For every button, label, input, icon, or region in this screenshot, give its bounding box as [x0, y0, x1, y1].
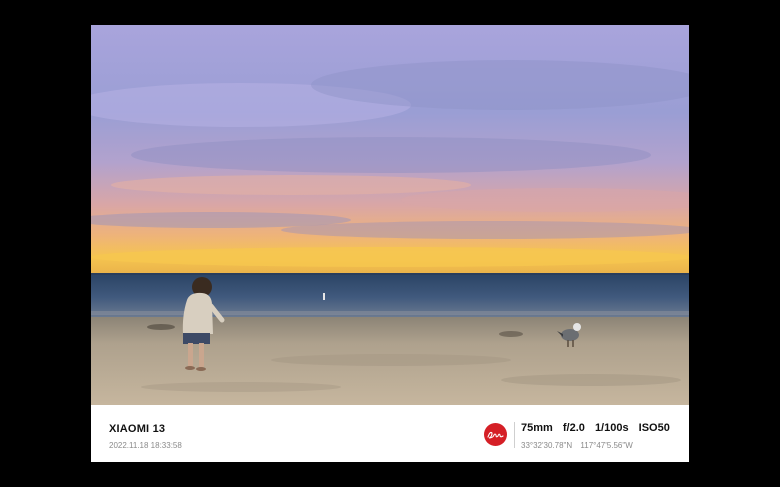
gps-longitude: 117°47'5.56"W: [580, 441, 633, 450]
gps-latitude: 33°32'30.78"N: [521, 441, 573, 450]
aperture: f/2.0: [562, 422, 585, 434]
leica-logo-icon: [484, 423, 507, 446]
beach-sunset-photo: [91, 25, 689, 405]
exif-settings: 75mm f/2.0 1/100s ISO50: [521, 422, 670, 434]
focal-length: 75mm: [521, 422, 553, 434]
photo-frame: XIAOMI 13 2022.11.18 18:33:58 75mm f/2.0…: [91, 25, 689, 462]
capture-datetime: 2022.11.18 18:33:58: [109, 441, 182, 450]
caption-divider: [514, 422, 515, 448]
gps-coordinates: 33°32'30.78"N 117°47'5.56"W: [521, 441, 639, 450]
iso: ISO50: [638, 422, 670, 434]
shutter-speed: 1/100s: [594, 422, 629, 434]
device-model: XIAOMI 13: [109, 423, 166, 435]
exif-caption-bar: XIAOMI 13 2022.11.18 18:33:58 75mm f/2.0…: [91, 405, 689, 462]
